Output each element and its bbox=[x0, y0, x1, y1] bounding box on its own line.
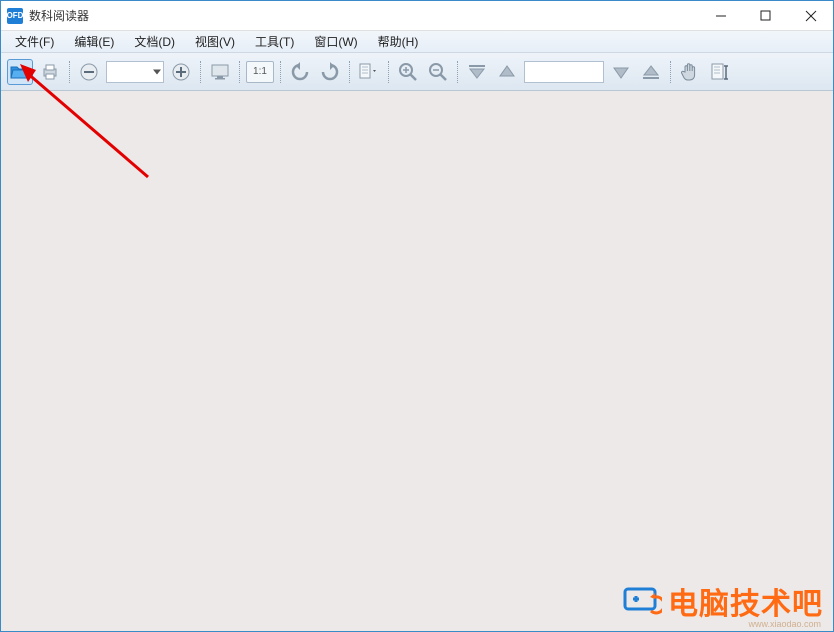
toolbar-separator bbox=[386, 59, 391, 85]
select-tool-button[interactable] bbox=[707, 59, 733, 85]
toolbar: 1:1 bbox=[1, 53, 833, 91]
zoom-in-button[interactable] bbox=[168, 59, 194, 85]
toolbar-separator bbox=[347, 59, 352, 85]
menu-help[interactable]: 帮助(H) bbox=[370, 31, 427, 52]
rotate-cw-button[interactable] bbox=[317, 59, 343, 85]
watermark: 电脑技术吧 bbox=[622, 579, 823, 623]
monitor-icon bbox=[210, 63, 230, 81]
menu-view[interactable]: 视图(V) bbox=[187, 31, 243, 52]
prev-page-button[interactable] bbox=[494, 59, 520, 85]
magnifier-minus-icon bbox=[428, 62, 448, 82]
fit-width-button[interactable] bbox=[207, 59, 233, 85]
page-layout-icon bbox=[358, 62, 380, 82]
hand-icon bbox=[681, 62, 699, 82]
last-page-button[interactable] bbox=[638, 59, 664, 85]
text-select-icon bbox=[711, 62, 729, 82]
rotate-left-icon bbox=[290, 62, 310, 82]
printer-icon bbox=[41, 63, 59, 81]
close-button[interactable] bbox=[788, 1, 833, 30]
menu-document[interactable]: 文档(D) bbox=[126, 31, 183, 52]
hand-tool-button[interactable] bbox=[677, 59, 703, 85]
print-button[interactable] bbox=[37, 59, 63, 85]
zoom-combo[interactable] bbox=[106, 61, 164, 83]
arrow-up-icon bbox=[498, 63, 516, 81]
toolbar-separator bbox=[67, 59, 72, 85]
menu-tools[interactable]: 工具(T) bbox=[247, 31, 302, 52]
zoom-out-button[interactable] bbox=[76, 59, 102, 85]
menu-file[interactable]: 文件(F) bbox=[7, 31, 62, 52]
maximize-button[interactable] bbox=[743, 1, 788, 30]
toolbar-separator bbox=[237, 59, 242, 85]
go-last-icon bbox=[641, 63, 661, 81]
app-icon: OFD bbox=[7, 8, 23, 24]
toolbar-separator bbox=[455, 59, 460, 85]
folder-open-icon bbox=[10, 64, 30, 80]
actual-size-button[interactable]: 1:1 bbox=[246, 61, 274, 83]
rotate-ccw-button[interactable] bbox=[287, 59, 313, 85]
plus-circle-icon bbox=[171, 62, 191, 82]
arrow-down-icon bbox=[612, 63, 630, 81]
titlebar: OFD 数科阅读器 bbox=[1, 1, 833, 31]
window-controls bbox=[698, 1, 833, 30]
watermark-url: www.xiaodao.com bbox=[748, 619, 821, 629]
menu-edit[interactable]: 编辑(E) bbox=[66, 31, 122, 52]
menu-window[interactable]: 窗口(W) bbox=[306, 31, 365, 52]
window-title: 数科阅读器 bbox=[29, 7, 89, 24]
document-viewport[interactable]: 电脑技术吧 www.xiaodao.com bbox=[1, 91, 833, 631]
page-layout-button[interactable] bbox=[356, 59, 382, 85]
magnifier-plus-icon bbox=[398, 62, 418, 82]
menubar: 文件(F) 编辑(E) 文档(D) 视图(V) 工具(T) 窗口(W) 帮助(H… bbox=[1, 31, 833, 53]
first-page-button[interactable] bbox=[464, 59, 490, 85]
marquee-zoom-in-button[interactable] bbox=[395, 59, 421, 85]
go-first-icon bbox=[467, 63, 487, 81]
toolbar-separator bbox=[668, 59, 673, 85]
watermark-logo-icon bbox=[622, 585, 662, 617]
marquee-zoom-out-button[interactable] bbox=[425, 59, 451, 85]
next-page-button[interactable] bbox=[608, 59, 634, 85]
toolbar-separator bbox=[198, 59, 203, 85]
minimize-button[interactable] bbox=[698, 1, 743, 30]
toolbar-separator bbox=[278, 59, 283, 85]
watermark-text: 电脑技术吧 bbox=[668, 579, 823, 623]
page-number-input[interactable] bbox=[524, 61, 604, 83]
open-button[interactable] bbox=[7, 59, 33, 85]
rotate-right-icon bbox=[320, 62, 340, 82]
chevron-down-icon bbox=[153, 69, 161, 74]
minus-circle-icon bbox=[79, 62, 99, 82]
